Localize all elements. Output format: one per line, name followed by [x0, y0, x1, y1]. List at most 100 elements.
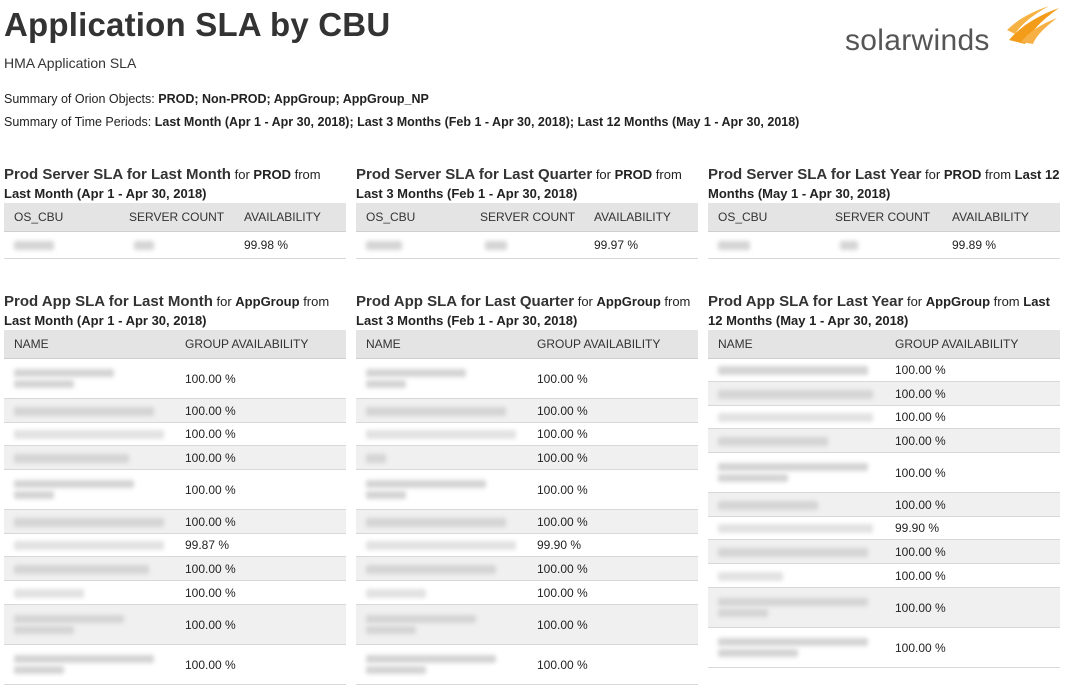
column-header[interactable]: GROUP AVAILABILITY: [885, 330, 1060, 359]
redacted-name: [356, 398, 527, 423]
column-header[interactable]: AVAILABILITY: [234, 203, 346, 232]
redacted-cell: [4, 231, 119, 259]
availability-cell: 100.00 %: [175, 644, 346, 685]
table-header-row: OS_CBU SERVER COUNT AVAILABILITY: [356, 203, 698, 232]
panel-title: Prod App SLA for Last Year: [708, 293, 904, 310]
table-row: 100.00 %: [708, 428, 1060, 453]
table-row: 100.00 %: [708, 539, 1060, 564]
availability-cell: 100.00 %: [175, 556, 346, 581]
availability-cell: 100.00 %: [527, 445, 698, 470]
redacted-cell: [356, 231, 470, 259]
redacted-cell: [708, 231, 825, 259]
table-row: 99.90 %: [708, 516, 1060, 540]
app-sla-panel-month: Prod App SLA for Last Month for AppGroup…: [4, 292, 346, 685]
redacted-cell: [470, 231, 584, 259]
column-header[interactable]: SERVER COUNT: [119, 203, 234, 232]
redacted-name: [356, 509, 527, 534]
panel-heading: Prod Server SLA for Last Quarter for PRO…: [356, 165, 698, 203]
redacted-name: [356, 604, 527, 645]
redacted-name: [4, 533, 175, 557]
redacted-name: [356, 469, 527, 510]
availability-cell: 100.00 %: [175, 580, 346, 605]
table-row: 100.00 %: [356, 644, 698, 685]
column-header[interactable]: OS_CBU: [708, 203, 825, 232]
column-header[interactable]: SERVER COUNT: [825, 203, 942, 232]
availability-cell: 100.00 %: [885, 428, 1060, 453]
column-header[interactable]: NAME: [4, 330, 175, 359]
table-row: 100.00 %: [708, 587, 1060, 628]
table-row: 100.00 %: [708, 358, 1060, 382]
availability-cell: 100.00 %: [527, 644, 698, 685]
panel-heading: Prod App SLA for Last Month for AppGroup…: [4, 292, 346, 330]
panel-object: AppGroup: [596, 294, 661, 309]
summary-objects: Summary of Orion Objects: PROD; Non-PROD…: [4, 92, 429, 106]
redacted-name: [4, 398, 175, 423]
availability-cell: 100.00 %: [885, 539, 1060, 564]
server-sla-table: OS_CBU SERVER COUNT AVAILABILITY 99.98 %: [4, 203, 346, 259]
table-row: 100.00 %: [708, 381, 1060, 406]
availability-cell: 100.00 %: [527, 398, 698, 423]
table-row: 100.00 %: [356, 422, 698, 446]
column-header[interactable]: OS_CBU: [356, 203, 470, 232]
table-row: 100.00 %: [4, 469, 346, 510]
redacted-cell: [825, 231, 942, 259]
table-row: 100.00 %: [4, 445, 346, 470]
table-row: 100.00 %: [356, 469, 698, 510]
column-header[interactable]: NAME: [356, 330, 527, 359]
app-sla-panel-quarter: Prod App SLA for Last Quarter for AppGro…: [356, 292, 698, 685]
panel-title: Prod App SLA for Last Quarter: [356, 293, 575, 310]
for-label: for: [577, 294, 593, 309]
from-label: from: [303, 294, 330, 309]
redacted-name: [708, 563, 885, 588]
availability-cell: 100.00 %: [527, 422, 698, 446]
summary-periods-value: Last Month (Apr 1 - Apr 30, 2018); Last …: [154, 115, 800, 129]
column-header[interactable]: AVAILABILITY: [584, 203, 698, 232]
table-row: 100.00 %: [4, 422, 346, 446]
for-label: for: [216, 294, 232, 309]
server-sla-table: OS_CBU SERVER COUNT AVAILABILITY 99.89 %: [708, 203, 1060, 259]
availability-cell: 100.00 %: [885, 563, 1060, 588]
availability-cell: 100.00 %: [885, 405, 1060, 429]
table-row: 100.00 %: [708, 563, 1060, 588]
redacted-name: [4, 509, 175, 534]
availability-cell: 100.00 %: [175, 469, 346, 510]
for-label: for: [906, 294, 923, 309]
availability-cell: 100.00 %: [885, 627, 1060, 668]
summary-periods: Summary of Time Periods: Last Month (Apr…: [4, 115, 799, 129]
column-header[interactable]: AVAILABILITY: [942, 203, 1060, 232]
solarwinds-logo: solarwinds: [845, 4, 1060, 59]
column-header[interactable]: SERVER COUNT: [470, 203, 584, 232]
availability-cell: 100.00 %: [175, 509, 346, 534]
for-label: for: [234, 167, 250, 182]
panel-period: Last 3 Months (Feb 1 - Apr 30, 2018): [356, 313, 578, 328]
table-row: 100.00 %: [356, 445, 698, 470]
server-sla-panel-quarter: Prod Server SLA for Last Quarter for PRO…: [356, 165, 698, 259]
availability-cell: 100.00 %: [885, 381, 1060, 406]
table-header-row: NAME GROUP AVAILABILITY: [356, 330, 698, 359]
table-row: 100.00 %: [708, 627, 1060, 668]
availability-cell: 100.00 %: [175, 604, 346, 645]
column-header[interactable]: GROUP AVAILABILITY: [175, 330, 346, 359]
availability-cell: 100.00 %: [527, 580, 698, 605]
page-subtitle: HMA Application SLA: [4, 55, 137, 71]
availability-cell: 99.98 %: [234, 231, 346, 259]
panel-title: Prod Server SLA for Last Month: [4, 166, 231, 183]
column-header[interactable]: OS_CBU: [4, 203, 119, 232]
availability-cell: 100.00 %: [175, 358, 346, 399]
table-row: 100.00 %: [708, 452, 1060, 493]
availability-cell: 100.00 %: [175, 445, 346, 470]
from-label: from: [294, 167, 321, 182]
table-row: 100.00 %: [4, 398, 346, 423]
from-label: from: [664, 294, 691, 309]
table-header-row: OS_CBU SERVER COUNT AVAILABILITY: [708, 203, 1060, 232]
server-sla-table: OS_CBU SERVER COUNT AVAILABILITY 99.97 %: [356, 203, 698, 259]
panel-title: Prod Server SLA for Last Quarter: [356, 166, 593, 183]
redacted-name: [708, 381, 885, 406]
column-header[interactable]: GROUP AVAILABILITY: [527, 330, 698, 359]
panel-period: Last Month (Apr 1 - Apr 30, 2018): [4, 313, 207, 328]
app-sla-table: NAME GROUP AVAILABILITY 100.00 % 100.00 …: [356, 330, 698, 685]
app-sla-table: NAME GROUP AVAILABILITY 100.00 % 100.00 …: [708, 330, 1060, 668]
availability-cell: 100.00 %: [527, 469, 698, 510]
availability-cell: 100.00 %: [885, 358, 1060, 382]
column-header[interactable]: NAME: [708, 330, 885, 359]
